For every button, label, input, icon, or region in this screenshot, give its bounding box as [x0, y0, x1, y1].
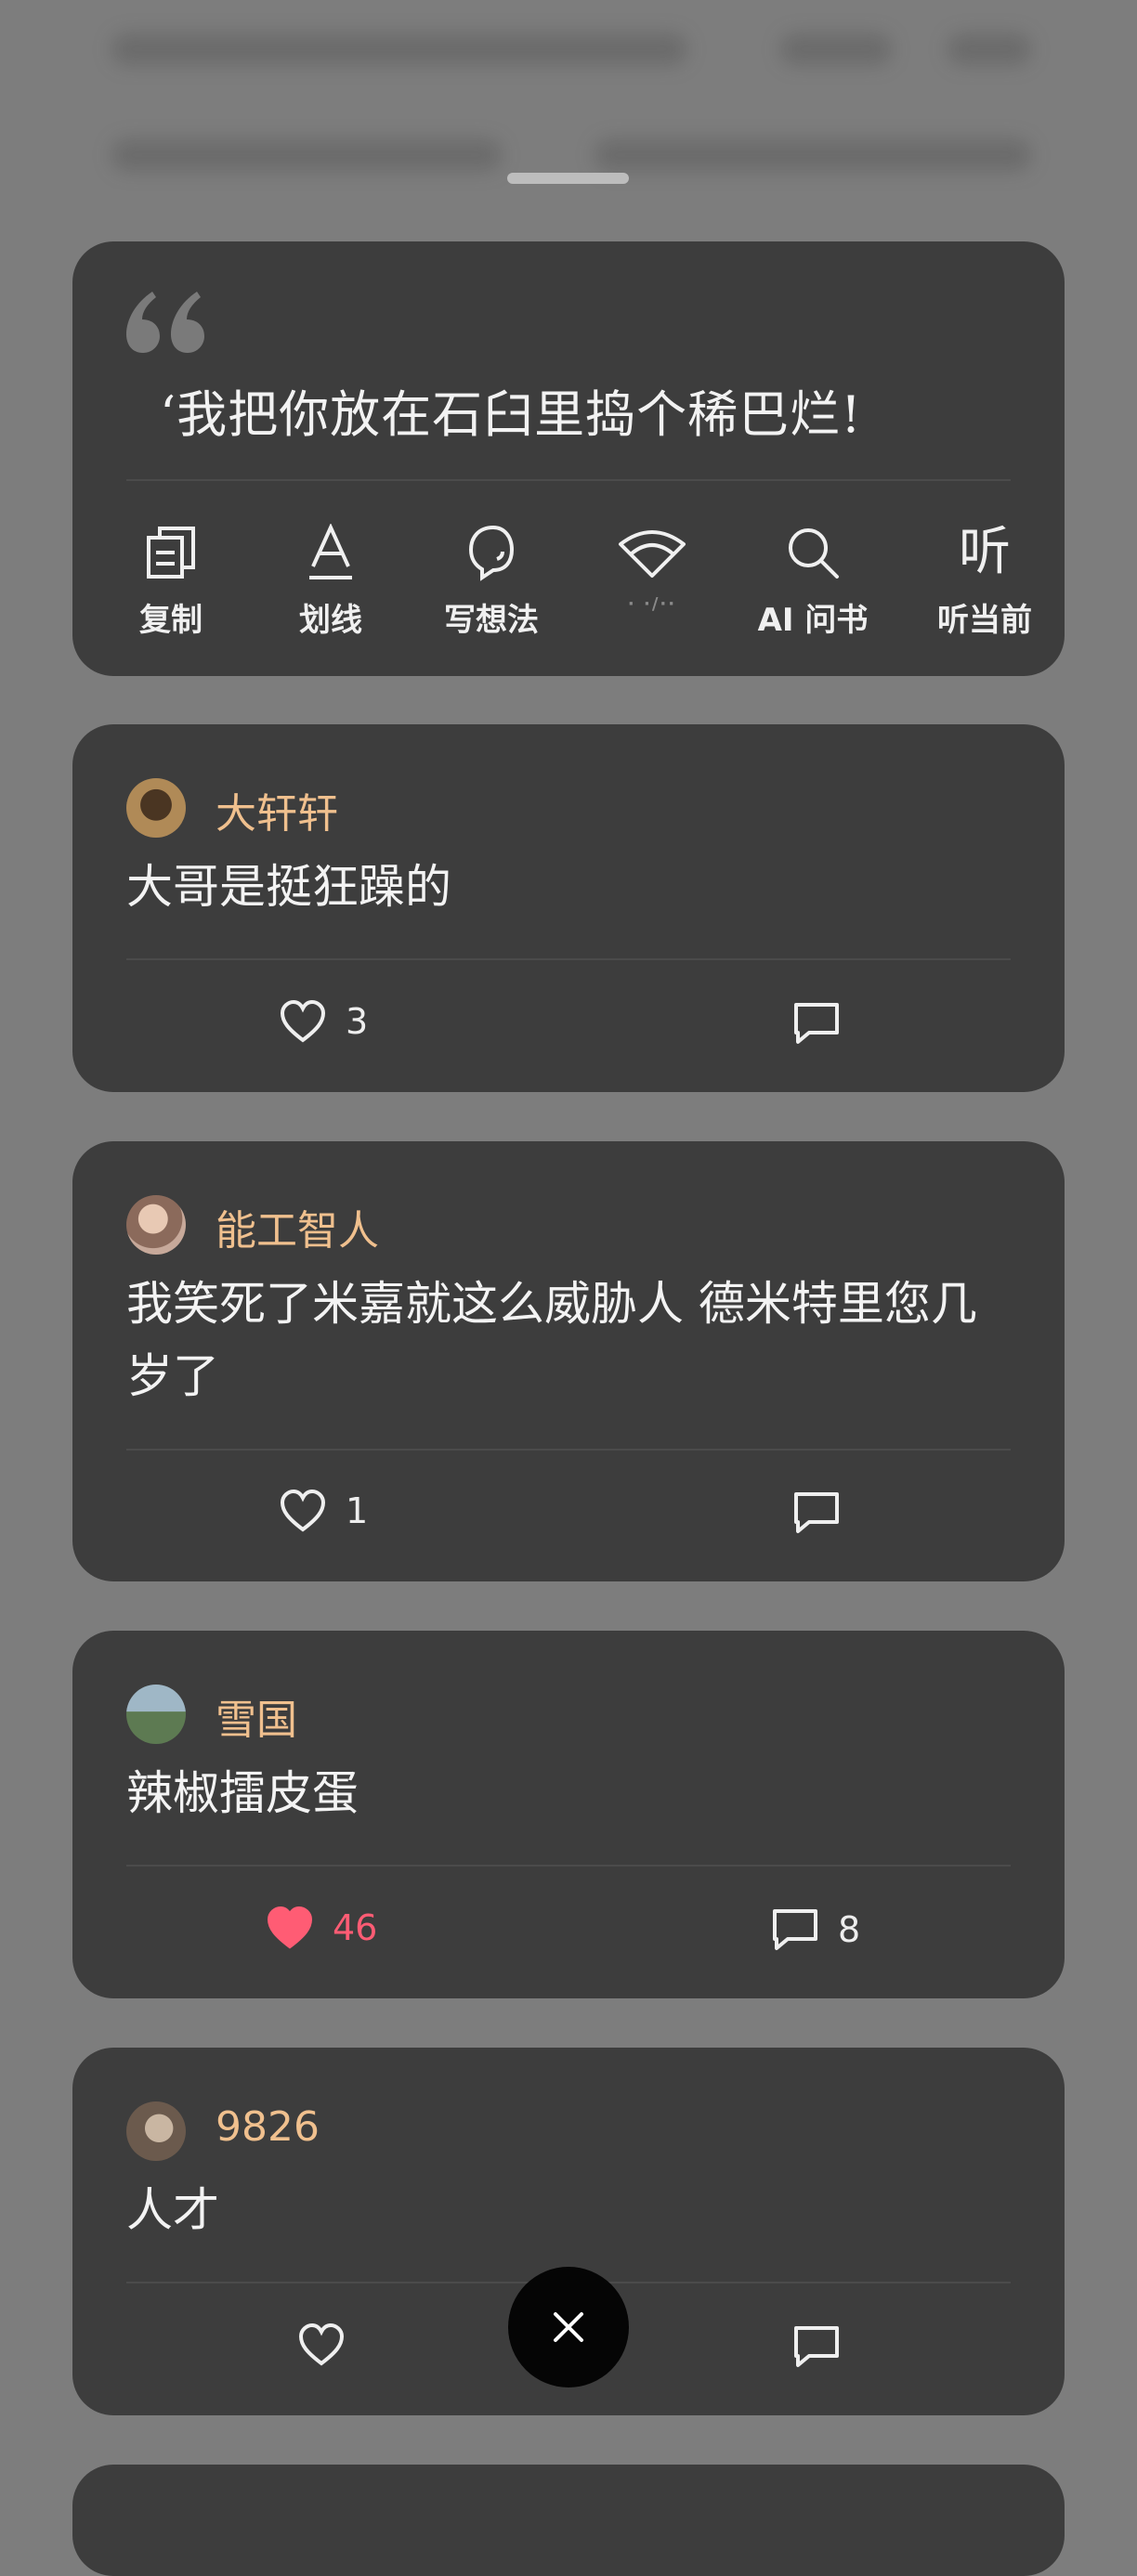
comment-text: 我笑死了米嘉就这么威胁人 德米特里您几岁了: [126, 1277, 977, 1403]
avatar[interactable]: [126, 778, 186, 838]
comment-text: 大哥是挺狂躁的: [126, 860, 451, 914]
like-count: 46: [333, 1907, 378, 1948]
underline-icon: [309, 524, 352, 579]
sheet-drag-handle[interactable]: [507, 173, 629, 184]
heart-filled-icon: [267, 1906, 313, 1949]
comment-text: 人才: [126, 2183, 219, 2237]
like-button[interactable]: 3: [279, 999, 368, 1044]
comment-card: 能工智人 我笑死了米嘉就这么威胁人 德米特里您几岁了 1: [72, 1141, 1065, 1581]
like-count: 1: [346, 1490, 369, 1531]
search-icon: [789, 528, 839, 579]
reply-count: 8: [838, 1909, 861, 1950]
reply-button[interactable]: [792, 2324, 841, 2369]
comment-icon: [794, 2326, 839, 2367]
quote-mark-icon: [126, 292, 204, 353]
write-idea-button[interactable]: 写想法: [412, 520, 570, 640]
heart-outline-icon: [298, 2322, 345, 2366]
copy-button[interactable]: 复制: [92, 520, 250, 640]
username[interactable]: 雪国: [216, 1686, 297, 1746]
comment-icon: [794, 1492, 839, 1533]
quote-text: ‘我把你放在石臼里捣个稀巴烂!: [160, 385, 862, 444]
comment-icon: [773, 1909, 817, 1950]
comment-text: 辣椒擂皮蛋: [126, 1766, 359, 1820]
reply-button[interactable]: 8: [771, 1907, 860, 1952]
heart-outline-icon: [280, 1489, 326, 1532]
close-button[interactable]: [508, 2267, 629, 2387]
comment-card: 雪国 辣椒擂皮蛋 46 8: [72, 1631, 1065, 1998]
comment-card-partial: [72, 2465, 1065, 2576]
username[interactable]: 能工智人: [216, 1197, 379, 1256]
divider: [126, 958, 1011, 960]
listen-button[interactable]: 听 听当前: [906, 520, 1064, 640]
quote-card: ‘我把你放在石臼里捣个稀巴烂! 复制 划线 写想法 · ·/·· AI 问书 听…: [72, 241, 1065, 676]
idea-bubble-icon: [468, 525, 515, 581]
heart-outline-icon: [280, 999, 326, 1043]
ai-ask-book-button[interactable]: AI 问书: [734, 520, 892, 640]
underline-button[interactable]: 划线: [252, 520, 410, 640]
reply-button[interactable]: [792, 1001, 841, 1046]
avatar[interactable]: [126, 1195, 186, 1255]
like-button[interactable]: 1: [279, 1489, 368, 1533]
divider: [126, 1865, 1011, 1867]
avatar[interactable]: [126, 2101, 186, 2161]
username[interactable]: 大轩轩: [216, 780, 338, 839]
like-button[interactable]: [297, 2322, 346, 2367]
close-icon: [554, 2312, 583, 2342]
avatar[interactable]: [126, 1685, 186, 1744]
like-button[interactable]: 46: [266, 1906, 377, 1950]
like-count: 3: [346, 1001, 369, 1042]
listen-icon: 听: [959, 522, 1011, 582]
quote-toolbar: 复制 划线 写想法 · ·/·· AI 问书 听 听当前: [91, 520, 1046, 639]
share-button[interactable]: · ·/··: [573, 520, 731, 614]
comment-icon: [794, 1003, 839, 1044]
username[interactable]: 9826: [216, 2103, 320, 2151]
wifi-share-icon: [619, 530, 686, 578]
copy-icon: [147, 527, 195, 579]
reply-button[interactable]: [792, 1490, 841, 1535]
divider: [126, 1449, 1011, 1451]
comment-card: 大轩轩 大哥是挺狂躁的 3: [72, 724, 1065, 1092]
divider: [126, 479, 1011, 481]
